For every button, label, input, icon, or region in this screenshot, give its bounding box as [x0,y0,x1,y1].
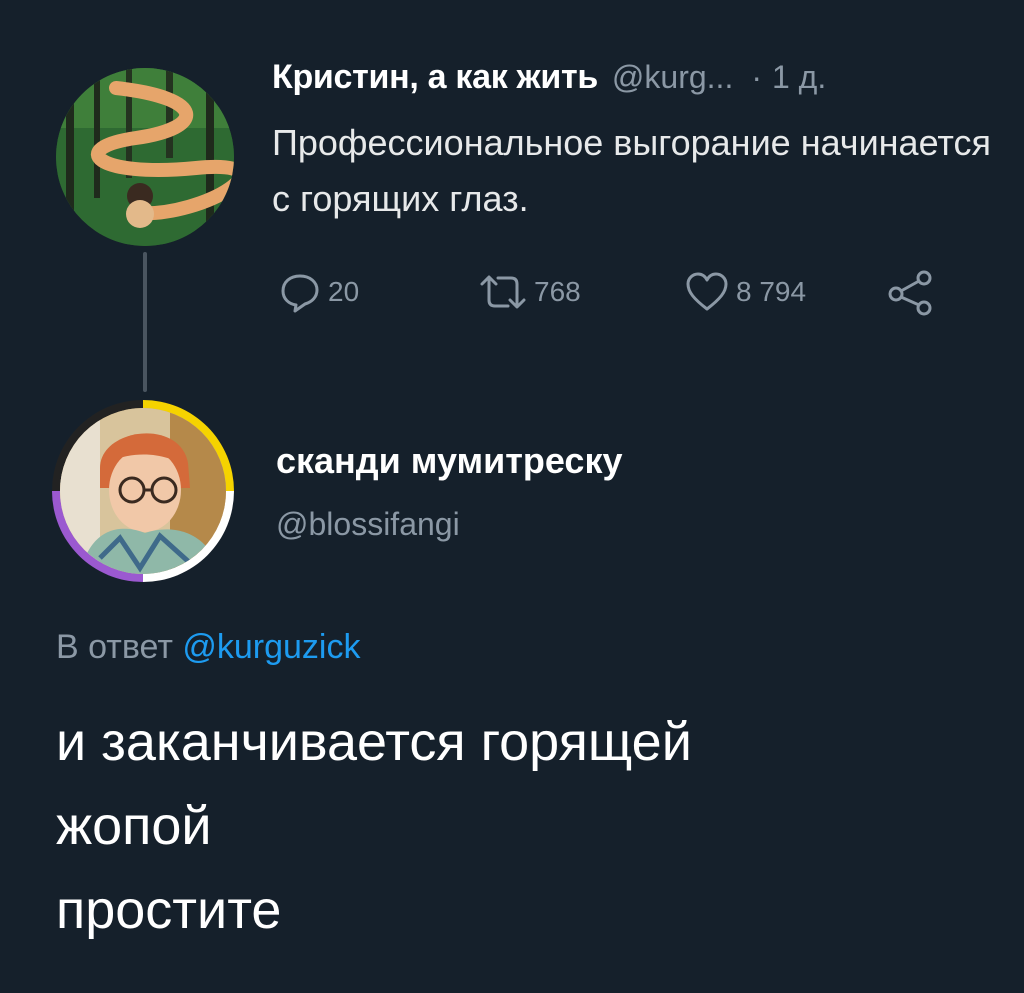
parent-author-handle[interactable]: @kurg... [612,59,733,96]
retweet-count: 768 [534,276,581,307]
reply-avatar-photo [60,408,226,574]
parent-tweet[interactable]: Кристин, а как жить @kurg... · 1 д. Проф… [0,0,1024,400]
heart-icon [686,272,728,311]
parent-tweet-actions: 20 768 8 794 [272,262,972,322]
parent-tweet-time[interactable]: 1 д. [772,59,826,96]
retweet-icon [480,275,526,309]
parent-author-name[interactable]: Кристин, а как жить [272,58,598,97]
parent-avatar[interactable] [56,68,234,246]
reply-count: 20 [328,276,360,307]
reply-tweet-text: и заканчивается горящей жопой простите [56,700,986,952]
reply-author-name[interactable]: сканди мумитреску [276,440,622,482]
reply-icon [281,274,319,313]
header-separator: · [751,59,762,95]
parent-tweet-text: Профессиональное выгорание начинается с … [272,122,991,219]
replying-to-label: В ответ [56,628,173,666]
reply-button[interactable]: 20 [278,262,359,322]
share-button[interactable] [886,262,934,322]
forest-path-avatar-image [56,68,234,246]
thread-connector-line [143,252,147,392]
share-icon [888,270,932,316]
reply-tweet[interactable]: сканди мумитреску @blossifangi В ответ @… [0,400,1024,993]
retweet-button[interactable]: 768 [478,262,581,322]
reply-text-line: простите [56,880,282,940]
replying-to-mention[interactable]: @kurguzick [182,628,360,666]
replying-to: В ответ @kurguzick [56,628,360,667]
like-button[interactable]: 8 794 [684,262,806,322]
person-avatar-image [60,408,226,574]
reply-author-handle[interactable]: @blossifangi [276,506,460,543]
parent-tweet-header: Кристин, а как жить @kurg... · 1 д. [272,58,826,108]
reply-avatar[interactable] [52,400,234,582]
like-count: 8 794 [736,276,807,307]
reply-text-line: жопой [56,796,212,856]
reply-text-line: и заканчивается горящей [56,712,692,772]
